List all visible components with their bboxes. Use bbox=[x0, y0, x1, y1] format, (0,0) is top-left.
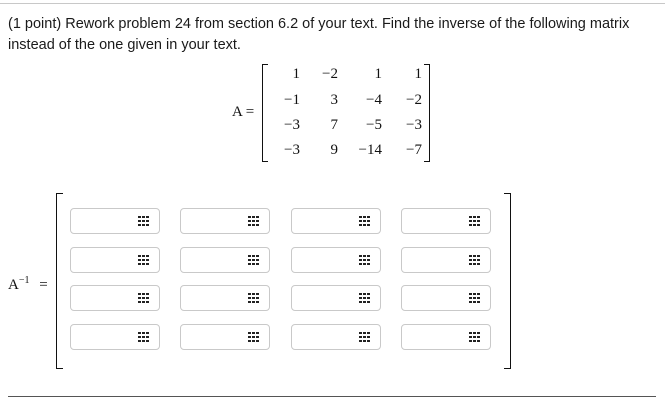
matrix-a-cell: 9 bbox=[330, 142, 339, 158]
matrix-grid-icon[interactable] bbox=[248, 255, 260, 265]
matrix-a-cell: −2 bbox=[322, 66, 338, 82]
inverse-cell bbox=[291, 324, 381, 350]
inverse-label: A−1 = bbox=[8, 275, 48, 294]
inverse-entry-input[interactable] bbox=[293, 287, 357, 309]
matrix-a-cell: −14 bbox=[358, 142, 382, 158]
matrix-grid-icon[interactable] bbox=[469, 216, 481, 226]
matrix-grid-icon[interactable] bbox=[248, 332, 260, 342]
inverse-entry-input[interactable] bbox=[293, 326, 357, 348]
inverse-cell bbox=[70, 324, 160, 350]
matrix-a-cell: 1 bbox=[292, 66, 301, 82]
inverse-entry-input[interactable] bbox=[182, 210, 246, 232]
inverse-cell bbox=[70, 208, 160, 234]
matrix-a-label: A = bbox=[232, 104, 255, 120]
matrix-a-cell: −1 bbox=[284, 92, 300, 108]
inverse-entry-input[interactable] bbox=[182, 326, 246, 348]
inverse-entry-input[interactable] bbox=[72, 210, 136, 232]
matrix-a-cell: −5 bbox=[366, 117, 382, 133]
matrix-a-cell: −4 bbox=[366, 92, 382, 108]
matrix-grid-icon[interactable] bbox=[359, 216, 371, 226]
inverse-right-bracket bbox=[504, 193, 511, 369]
matrix-grid-icon[interactable] bbox=[248, 293, 260, 303]
inverse-cell bbox=[180, 285, 270, 311]
inverse-entry-input[interactable] bbox=[293, 210, 357, 232]
matrix-grid-icon[interactable] bbox=[138, 216, 150, 226]
inverse-cell bbox=[180, 324, 270, 350]
matrix-grid-icon[interactable] bbox=[138, 255, 150, 265]
problem-text-line-2: instead of the one given in your text. bbox=[8, 37, 241, 53]
matrix-a-cell: −2 bbox=[406, 92, 422, 108]
inverse-entry-input[interactable] bbox=[72, 249, 136, 271]
inverse-entry-input[interactable] bbox=[403, 249, 467, 271]
matrix-grid-icon[interactable] bbox=[469, 255, 481, 265]
top-divider bbox=[0, 3, 665, 4]
inverse-cell bbox=[401, 247, 491, 273]
matrix-a-right-bracket bbox=[424, 64, 430, 162]
matrix-a-cell: 7 bbox=[330, 117, 339, 133]
inverse-entry-input[interactable] bbox=[293, 249, 357, 271]
matrix-grid-icon[interactable] bbox=[138, 332, 150, 342]
matrix-grid-icon[interactable] bbox=[359, 255, 371, 265]
inverse-entry-input[interactable] bbox=[403, 326, 467, 348]
inverse-label-equals: = bbox=[39, 277, 48, 293]
problem-text-line-1: (1 point) Rework problem 24 from section… bbox=[8, 16, 630, 32]
inverse-entry-input[interactable] bbox=[403, 210, 467, 232]
inverse-entry-input[interactable] bbox=[72, 326, 136, 348]
inverse-label-base: A bbox=[8, 277, 19, 293]
inverse-entry-input[interactable] bbox=[72, 287, 136, 309]
matrix-a-cell: 3 bbox=[330, 92, 339, 108]
inverse-label-exponent: −1 bbox=[18, 275, 30, 286]
inverse-entry-input[interactable] bbox=[182, 249, 246, 271]
matrix-a-cell: −3 bbox=[406, 117, 422, 133]
matrix-a-cell: −7 bbox=[406, 142, 422, 158]
matrix-a-cell: −3 bbox=[284, 117, 300, 133]
inverse-cell bbox=[291, 208, 381, 234]
matrix-grid-icon[interactable] bbox=[248, 216, 260, 226]
inverse-entry-input[interactable] bbox=[182, 287, 246, 309]
inverse-left-bracket bbox=[56, 193, 63, 369]
inverse-cell bbox=[291, 247, 381, 273]
inverse-entry-input[interactable] bbox=[403, 287, 467, 309]
inverse-cell bbox=[401, 208, 491, 234]
problem-statement: (1 point) Rework problem 24 from section… bbox=[8, 14, 648, 56]
inverse-cell bbox=[401, 285, 491, 311]
matrix-a-cell: 1 bbox=[374, 66, 383, 82]
matrix-a-cell: 1 bbox=[414, 66, 423, 82]
matrix-grid-icon[interactable] bbox=[469, 332, 481, 342]
matrix-grid-icon[interactable] bbox=[359, 293, 371, 303]
bottom-divider bbox=[8, 396, 656, 397]
inverse-cell bbox=[291, 285, 381, 311]
matrix-a-cell: −3 bbox=[284, 142, 300, 158]
matrix-a: 1 −2 1 1 −1 3 −4 −2 −3 7 −5 −3 −3 9 −14 −7 bbox=[262, 64, 430, 162]
inverse-cell bbox=[70, 285, 160, 311]
inverse-cell bbox=[70, 247, 160, 273]
matrix-grid-icon[interactable] bbox=[469, 293, 481, 303]
inverse-cell bbox=[401, 324, 491, 350]
inverse-cell bbox=[180, 247, 270, 273]
matrix-grid-icon[interactable] bbox=[138, 293, 150, 303]
matrix-grid-icon[interactable] bbox=[359, 332, 371, 342]
inverse-cell bbox=[180, 208, 270, 234]
